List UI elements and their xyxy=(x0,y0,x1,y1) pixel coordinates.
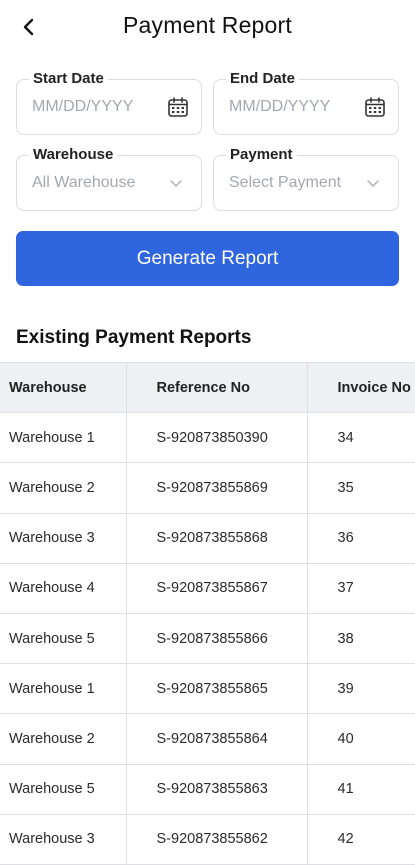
start-date-placeholder: MM/DD/YYYY xyxy=(32,98,134,115)
end-date-placeholder: MM/DD/YYYY xyxy=(229,98,331,115)
table-row[interactable]: Warehouse 1 S-920873850390 34 xyxy=(0,412,415,464)
cell-reference: S-920873855862 xyxy=(126,814,308,865)
column-header-invoice[interactable]: Invoice No xyxy=(307,362,415,414)
generate-report-button[interactable]: Generate Report xyxy=(16,231,399,286)
cell-warehouse: Warehouse 5 xyxy=(0,613,127,665)
table-row[interactable]: Warehouse 2 S-920873855864 40 xyxy=(0,713,415,765)
cell-warehouse: Warehouse 2 xyxy=(0,713,127,765)
table-header-row: Warehouse Reference No Invoice No xyxy=(0,362,415,414)
table-row[interactable]: Warehouse 2 S-920873855869 35 xyxy=(0,462,415,514)
cell-invoice: 35 xyxy=(307,462,415,514)
end-date-label: End Date xyxy=(226,70,300,87)
column-header-warehouse[interactable]: Warehouse xyxy=(0,362,127,414)
cell-warehouse: Warehouse 1 xyxy=(0,412,127,464)
cell-invoice: 38 xyxy=(307,613,415,665)
table-row[interactable]: Warehouse 3 S-920873855868 36 xyxy=(0,513,415,564)
calendar-icon[interactable] xyxy=(364,96,386,118)
table-row[interactable]: Warehouse 1 S-920873855865 39 xyxy=(0,663,415,715)
cell-invoice: 41 xyxy=(307,764,415,815)
section-title: Existing Payment Reports xyxy=(16,327,252,348)
table-row[interactable]: Warehouse 3 S-920873855862 42 xyxy=(0,814,415,865)
payment-select[interactable]: Payment Select Payment xyxy=(213,146,399,211)
cell-warehouse: Warehouse 5 xyxy=(0,764,127,815)
cell-reference: S-920873855863 xyxy=(126,764,308,815)
reports-table-container[interactable]: Warehouse Reference No Invoice No Wareho… xyxy=(0,362,415,865)
page-title: Payment Report xyxy=(123,12,292,38)
table-row[interactable]: Warehouse 4 S-920873855867 37 xyxy=(0,563,415,614)
cell-warehouse: Warehouse 3 xyxy=(0,814,127,865)
app-header: Payment Report xyxy=(0,0,415,56)
cell-reference: S-920873855864 xyxy=(126,713,308,765)
cell-invoice: 39 xyxy=(307,663,415,715)
cell-invoice: 37 xyxy=(307,563,415,614)
cell-warehouse: Warehouse 3 xyxy=(0,513,127,564)
warehouse-value: All Warehouse xyxy=(32,174,136,191)
cell-warehouse: Warehouse 1 xyxy=(0,663,127,715)
start-date-label: Start Date xyxy=(29,70,108,87)
reports-table: Warehouse Reference No Invoice No Wareho… xyxy=(0,362,415,865)
cell-reference: S-920873855867 xyxy=(126,563,308,614)
cell-invoice: 42 xyxy=(307,814,415,865)
start-date-field[interactable]: Start Date MM/DD/YYYY xyxy=(16,70,202,135)
end-date-field[interactable]: End Date MM/DD/YYYY xyxy=(213,70,399,135)
chevron-down-icon xyxy=(170,180,182,187)
cell-warehouse: Warehouse 2 xyxy=(0,462,127,514)
chevron-down-icon xyxy=(367,180,379,187)
cell-reference: S-920873855865 xyxy=(126,663,308,715)
cell-reference: S-920873855868 xyxy=(126,513,308,564)
cell-invoice: 34 xyxy=(307,412,415,464)
cell-reference: S-920873855869 xyxy=(126,462,308,514)
table-row[interactable]: Warehouse 5 S-920873855863 41 xyxy=(0,764,415,815)
table-row[interactable]: Warehouse 5 S-920873855866 38 xyxy=(0,613,415,665)
cell-invoice: 36 xyxy=(307,513,415,564)
cell-invoice: 40 xyxy=(307,713,415,765)
payment-label: Payment xyxy=(226,146,297,163)
cell-reference: S-920873850390 xyxy=(126,412,308,464)
warehouse-label: Warehouse xyxy=(29,146,118,163)
warehouse-select[interactable]: Warehouse All Warehouse xyxy=(16,146,202,211)
cell-reference: S-920873855866 xyxy=(126,613,308,665)
calendar-icon[interactable] xyxy=(167,96,189,118)
column-header-reference[interactable]: Reference No xyxy=(126,362,308,414)
payment-value: Select Payment xyxy=(229,174,342,191)
cell-warehouse: Warehouse 4 xyxy=(0,563,127,614)
